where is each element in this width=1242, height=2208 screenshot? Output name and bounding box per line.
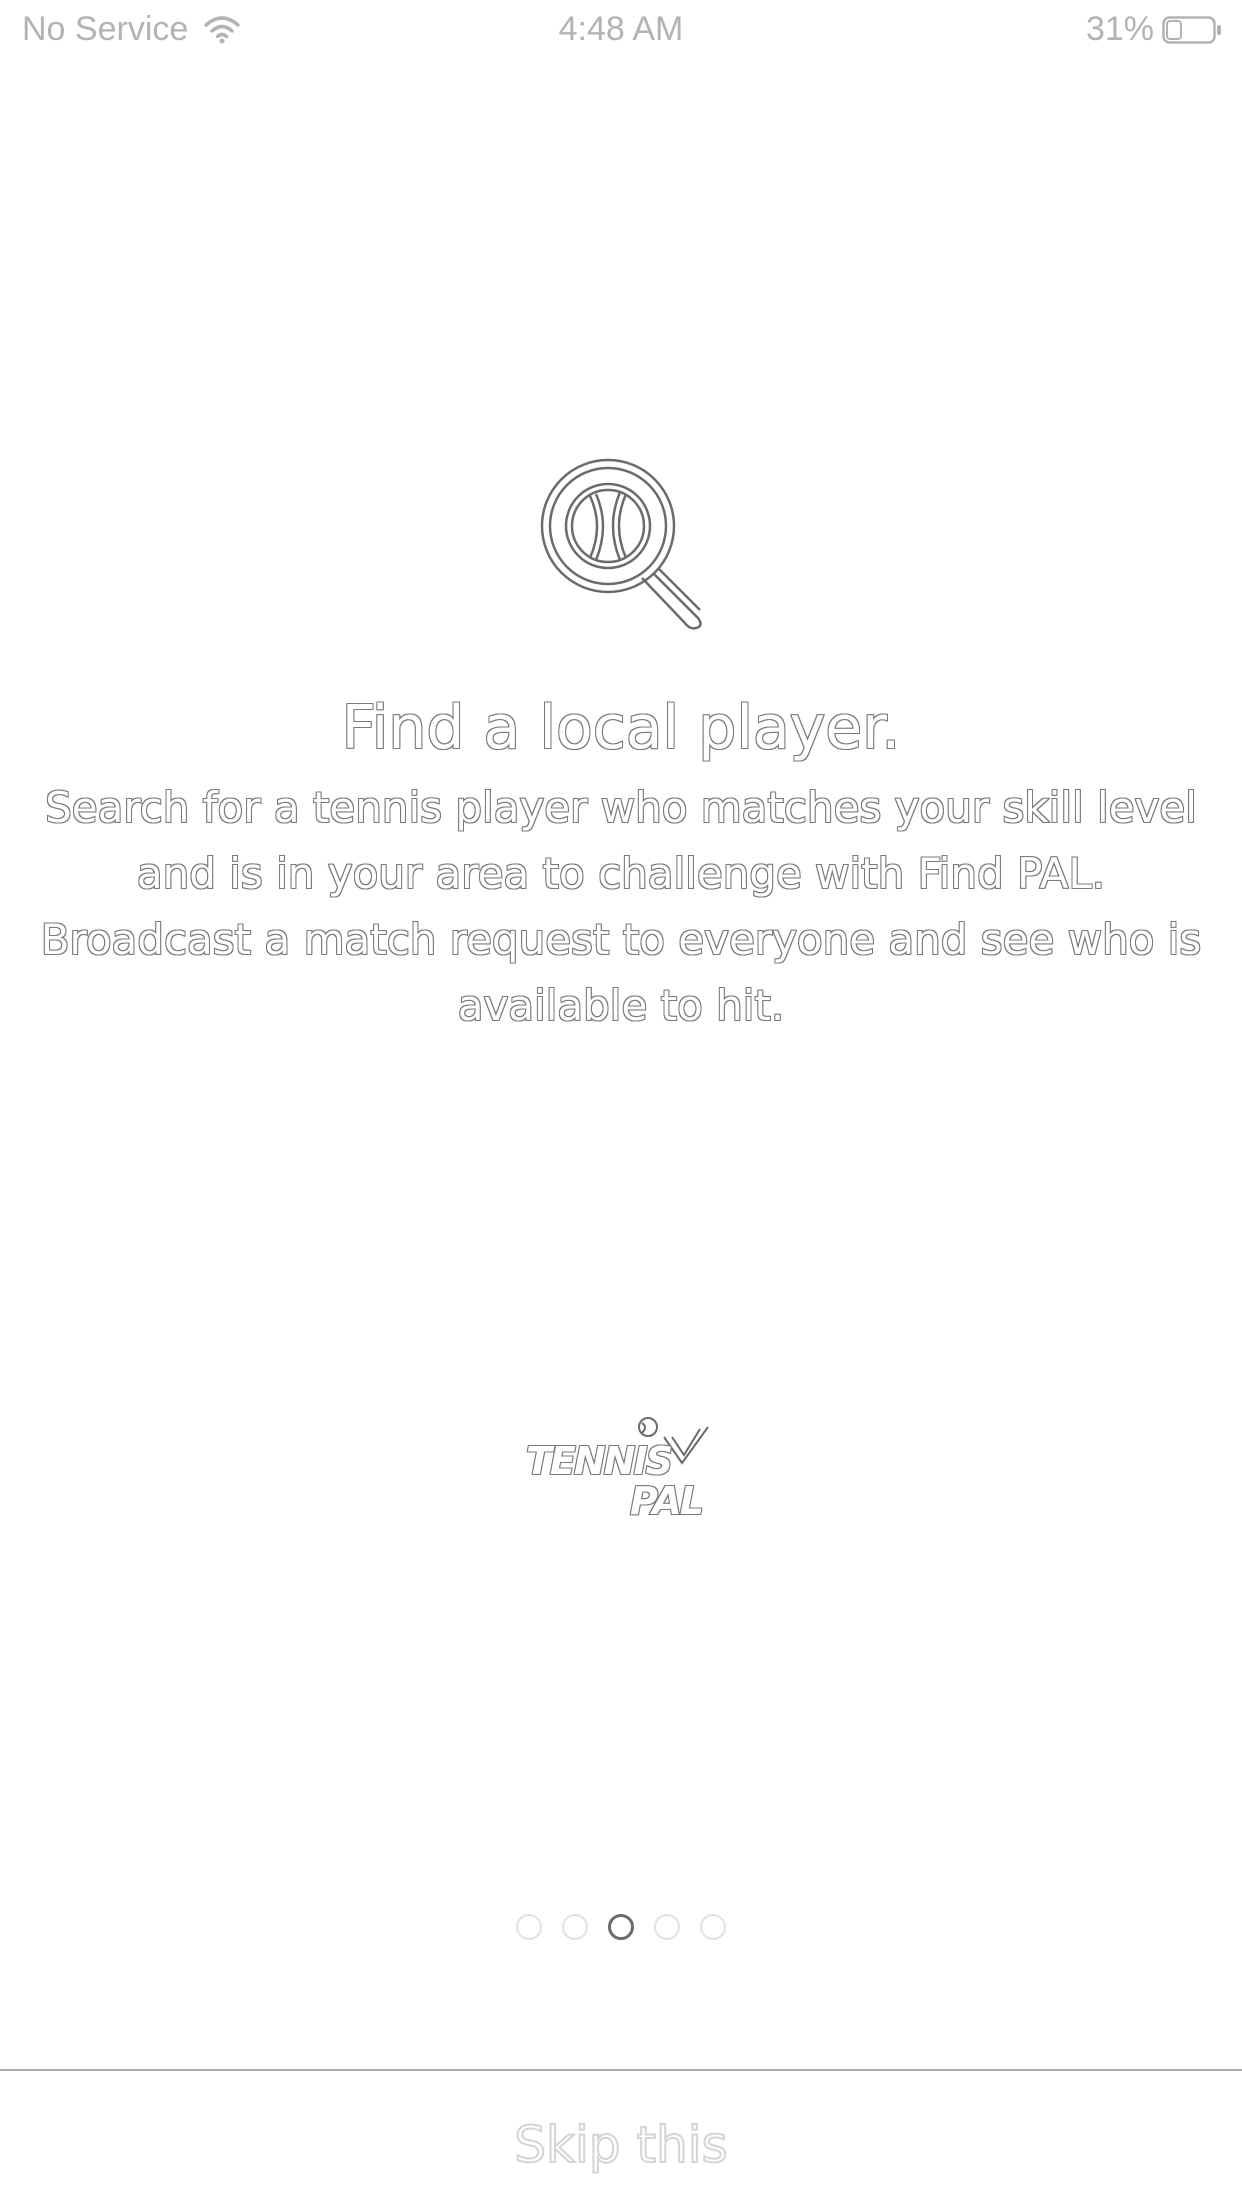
onboarding-title: Find a local player. xyxy=(341,692,902,764)
status-right: 31% xyxy=(1086,10,1222,49)
description-line: available to hit. xyxy=(457,980,786,1031)
page-dot-active[interactable] xyxy=(608,1914,634,1940)
footer-divider xyxy=(0,2069,1242,2071)
status-bar: No Service 4:48 AM 31% xyxy=(0,0,1242,62)
page-dot[interactable] xyxy=(700,1914,726,1940)
logo-word-pal: PAL xyxy=(629,1478,705,1524)
onboarding-screen: No Service 4:48 AM 31% Find a local play… xyxy=(0,0,1242,2208)
logo-word-tennis: TENNIS xyxy=(525,1438,674,1484)
page-dot[interactable] xyxy=(516,1914,542,1940)
onboarding-description: Search for a tennis player who matches y… xyxy=(40,775,1203,1039)
page-dot[interactable] xyxy=(654,1914,680,1940)
description-line: Broadcast a match request to everyone an… xyxy=(40,914,1203,965)
description-line: and is in your area to challenge with Fi… xyxy=(136,848,1106,899)
tennis-pal-logo: TENNIS PAL xyxy=(520,1415,720,1525)
page-dot[interactable] xyxy=(562,1914,588,1940)
battery-percent: 31% xyxy=(1085,10,1154,48)
battery-icon xyxy=(1162,15,1221,44)
description-line: Search for a tennis player who matches y… xyxy=(44,782,1198,833)
magnifier-tennis-ball-icon xyxy=(540,458,702,630)
skip-button[interactable]: Skip this xyxy=(0,2100,1242,2190)
page-indicator[interactable] xyxy=(0,1914,1242,1940)
status-time: 4:48 AM xyxy=(558,10,684,48)
